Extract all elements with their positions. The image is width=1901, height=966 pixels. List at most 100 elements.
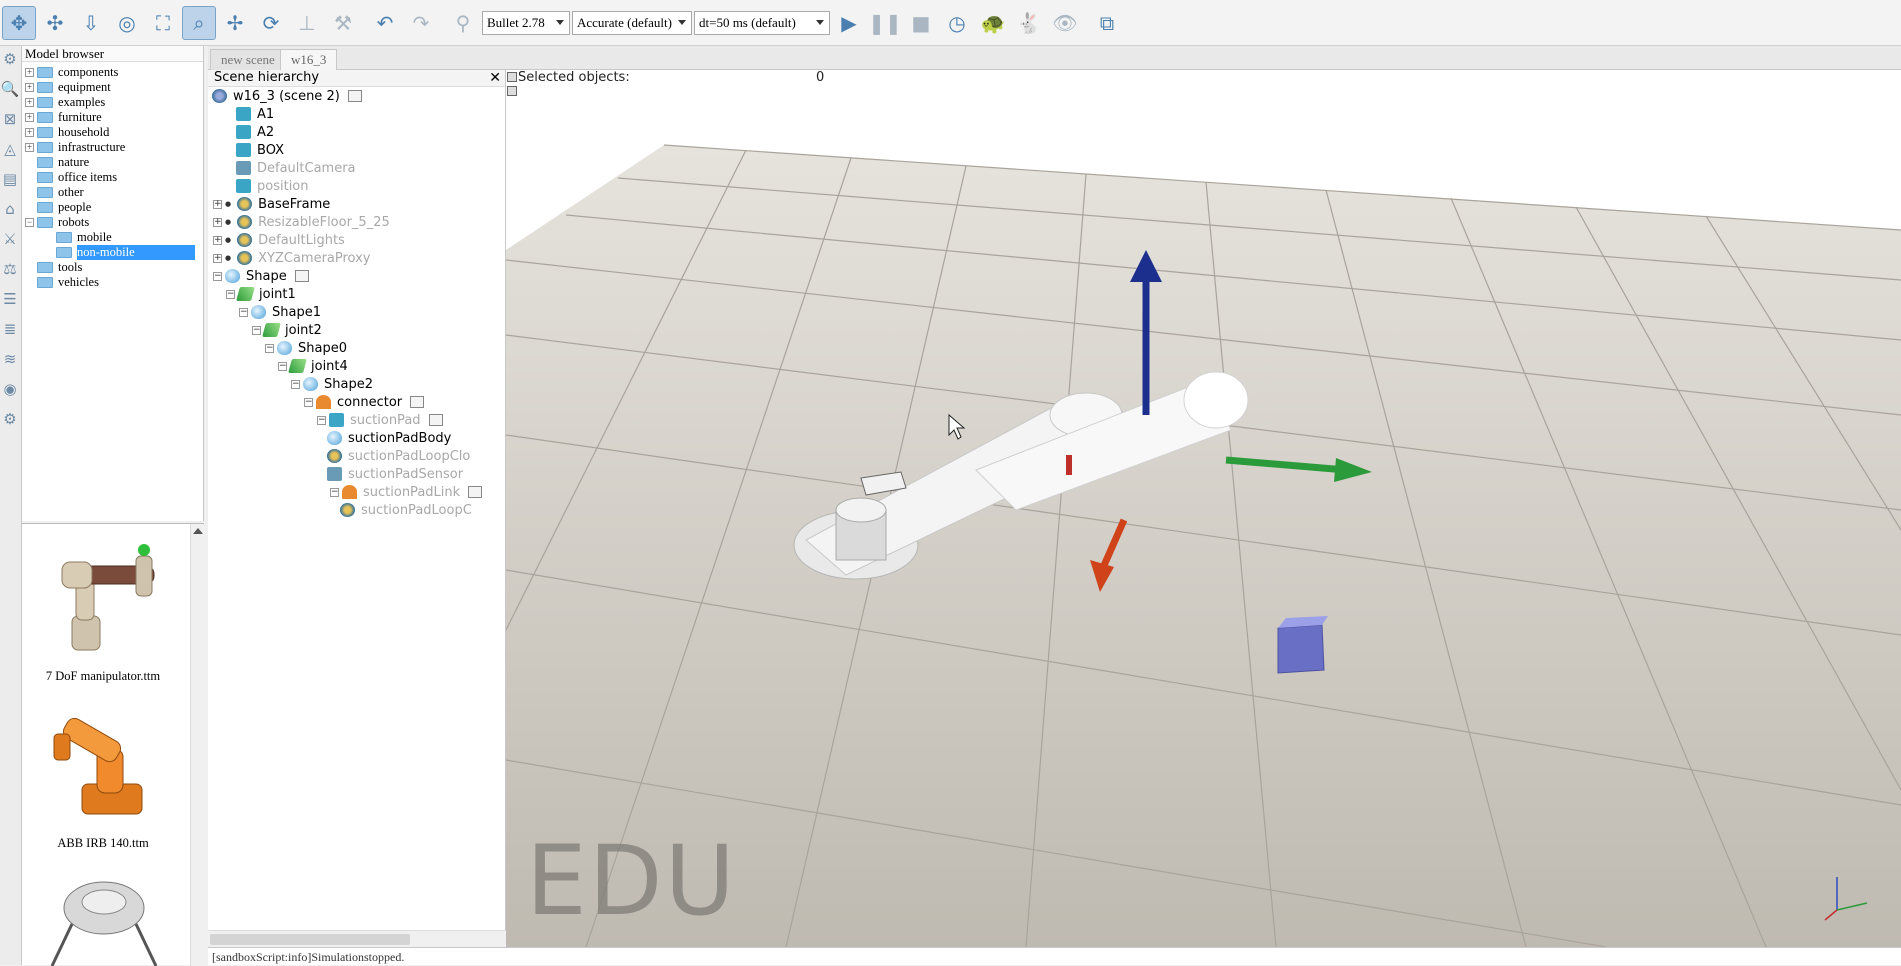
hierarchy-item-suctionPad[interactable]: − suctionPad	[208, 411, 505, 429]
engine-select[interactable]: Bullet 2.78	[482, 10, 570, 35]
collapse-icon[interactable]: −	[265, 343, 274, 353]
close-icon[interactable]: ✕	[489, 70, 501, 86]
scripts-icon[interactable]: ▤	[0, 170, 20, 196]
zoom-icon[interactable]: 🔍	[0, 80, 20, 106]
model-folder-tools[interactable]: tools	[22, 260, 203, 275]
script-icon[interactable]	[468, 486, 483, 498]
hierarchy-item-joint1[interactable]: − joint1	[208, 285, 505, 303]
pause-icon[interactable]: ❚❚	[868, 6, 902, 40]
view-option-icon[interactable]	[507, 86, 517, 96]
hierarchy-item-XYZCameraProxy[interactable]: + ● XYZCameraProxy	[208, 249, 505, 267]
hierarchy-item-ResizableFloor_5_25[interactable]: + ● ResizableFloor_5_25	[208, 213, 505, 231]
hierarchy-item-joint2[interactable]: − joint2	[208, 321, 505, 339]
fit-to-view-icon[interactable]: ⛶	[146, 6, 180, 40]
camera-shift-icon[interactable]: ⇩	[74, 6, 108, 40]
model-browser-toggle-icon[interactable]: ☰	[0, 290, 20, 316]
model-folder-infrastructure[interactable]: + infrastructure	[22, 140, 203, 155]
hierarchy-item-DefaultLights[interactable]: + ● DefaultLights	[208, 231, 505, 249]
model-folder-nature[interactable]: nature	[22, 155, 203, 170]
calc-module-icon[interactable]: ⊠	[0, 110, 20, 136]
model-folder-people[interactable]: people	[22, 200, 203, 215]
view-option-icon[interactable]	[507, 72, 517, 82]
hierarchy-item-position[interactable]: position	[208, 177, 505, 195]
ik-icon[interactable]: ⚖	[0, 260, 20, 286]
tab-new-scene[interactable]: new scene	[210, 49, 286, 70]
collapse-icon[interactable]: −	[304, 397, 313, 407]
model-folder-equipment[interactable]: + equipment	[22, 80, 203, 95]
collapse-icon[interactable]: −	[317, 415, 326, 425]
user-settings-icon[interactable]: ⚙	[0, 410, 20, 436]
expand-icon[interactable]: +	[25, 113, 34, 122]
expand-icon[interactable]: +	[213, 253, 222, 263]
tab-w16-3[interactable]: w16_3	[280, 49, 338, 70]
hierarchy-item-suctionPadBody[interactable]: suctionPadBody	[208, 429, 505, 447]
click-selection-icon[interactable]: ⌕	[182, 5, 216, 40]
7dof-manipulator-thumbnail[interactable]	[44, 536, 164, 666]
realtime-icon[interactable]: ◷	[940, 6, 974, 40]
expand-icon[interactable]: +	[25, 98, 34, 107]
expand-icon[interactable]: +	[25, 83, 34, 92]
hierarchy-item-BaseFrame[interactable]: + ● BaseFrame	[208, 195, 505, 213]
hierarchy-item-BOX[interactable]: BOX	[208, 141, 505, 159]
hierarchy-item-Shape0[interactable]: − Shape0	[208, 339, 505, 357]
collapse-icon[interactable]: −	[330, 487, 339, 497]
model-folder-office-items[interactable]: office items	[22, 170, 203, 185]
expand-icon[interactable]: +	[213, 235, 222, 245]
scroll-up-icon[interactable]	[193, 528, 203, 534]
collapse-icon[interactable]: −	[278, 361, 287, 371]
script-icon[interactable]	[347, 90, 362, 102]
box-object[interactable]	[1277, 616, 1328, 674]
expand-icon[interactable]: +	[25, 143, 34, 152]
model-folder-household[interactable]: + household	[22, 125, 203, 140]
model-folder-vehicles[interactable]: vehicles	[22, 275, 203, 290]
hierarchy-item-suctionPadLoopC[interactable]: suctionPadLoopC	[208, 501, 505, 519]
redo-icon[interactable]: ↷	[404, 6, 438, 40]
expand-icon[interactable]: +	[213, 217, 222, 227]
hierarchy-item-Shape2[interactable]: − Shape2	[208, 375, 505, 393]
script-icon[interactable]	[428, 414, 443, 426]
camera-rotate-icon[interactable]: ✣	[38, 6, 72, 40]
script-icon[interactable]	[410, 396, 425, 408]
visualization-icon[interactable]: 👁	[1048, 6, 1082, 40]
expand-icon[interactable]: +	[25, 128, 34, 137]
hierarchy-item-A2[interactable]: A2	[208, 123, 505, 141]
3d-viewport[interactable]: Selected objects: 0 EDU	[506, 70, 1901, 947]
hierarchy-item-joint4[interactable]: − joint4	[208, 357, 505, 375]
collapse-icon[interactable]: −	[25, 218, 34, 227]
shape-edit-icon[interactable]: ⌂	[0, 200, 20, 226]
model-folder-components[interactable]: + components	[22, 65, 203, 80]
model-folder-other[interactable]: other	[22, 185, 203, 200]
camera-pan-icon[interactable]: ✥	[2, 5, 36, 40]
play-icon[interactable]: ▶	[832, 6, 866, 40]
scene-render[interactable]	[506, 70, 1901, 947]
scene-root[interactable]: w16_3 (scene 2)	[208, 87, 505, 105]
hierarchy-item-DefaultCamera[interactable]: DefaultCamera	[208, 159, 505, 177]
hierarchy-toggle-icon[interactable]: ≣	[0, 320, 20, 346]
expand-icon[interactable]: +	[213, 199, 222, 209]
object-rotate-icon[interactable]: ⟳	[254, 6, 288, 40]
collapse-icon[interactable]: −	[213, 271, 222, 281]
scene-switch-icon[interactable]: ⧉	[1090, 6, 1124, 40]
assemble-icon[interactable]: ⊥	[290, 6, 324, 40]
collections-icon[interactable]: ◬	[0, 140, 20, 166]
expand-icon[interactable]: +	[25, 68, 34, 77]
hierarchy-item-suctionPadSensor[interactable]: suctionPadSensor	[208, 465, 505, 483]
transfer-dna-icon[interactable]: ⚒	[326, 6, 360, 40]
hierarchy-item-suctionPadLoopClo[interactable]: suctionPadLoopClo	[208, 447, 505, 465]
model-folder-furniture[interactable]: + furniture	[22, 110, 203, 125]
hierarchy-item-connector[interactable]: − connector	[208, 393, 505, 411]
object-shift-icon[interactable]: ✢	[218, 6, 252, 40]
settings-icon[interactable]: ⚙	[0, 50, 20, 76]
slow-down-icon[interactable]: 🐢	[976, 6, 1010, 40]
model-folder-examples[interactable]: + examples	[22, 95, 203, 110]
collapse-icon[interactable]: −	[239, 307, 248, 317]
collapse-icon[interactable]: −	[252, 325, 261, 335]
camera-angle-icon[interactable]: ◎	[110, 6, 144, 40]
preview-scrollbar[interactable]	[190, 524, 204, 966]
model-folder-robots[interactable]: − robots	[22, 215, 203, 230]
stop-icon[interactable]: ■	[904, 6, 938, 40]
model-folder-mobile[interactable]: mobile	[22, 230, 203, 245]
hierarchy-item-suctionPadLink[interactable]: − suctionPadLink	[208, 483, 505, 501]
video-recorder-icon[interactable]: ◉	[0, 380, 20, 406]
model-folder-non-mobile[interactable]: non-mobile	[22, 245, 203, 260]
